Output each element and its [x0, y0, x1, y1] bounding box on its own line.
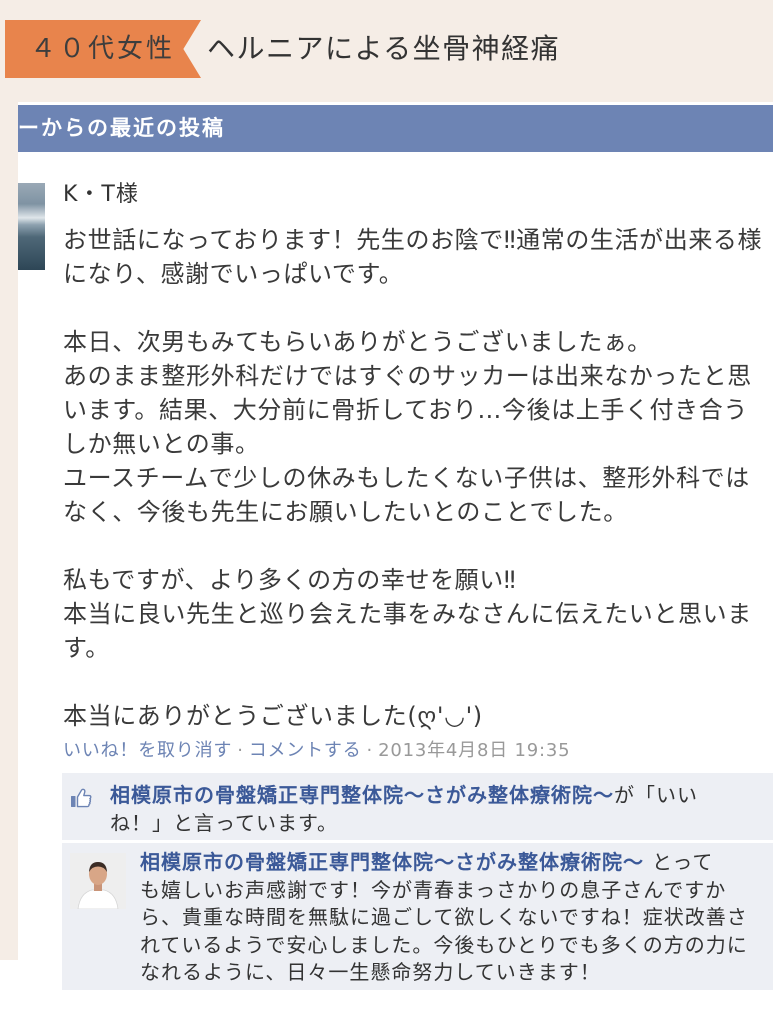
- likes-line: 相模原市の骨盤矯正専門整体院～さがみ整体療術院～が「いい: [110, 781, 765, 809]
- post-line: しか無いとの事。: [63, 430, 260, 458]
- post-paragraph: 本日、次男もみてもらいありがとうございましたぁ。 あのまま整形外科だけではすぐの…: [63, 325, 773, 529]
- page-side-strip: [0, 0, 18, 960]
- post-line: 本当に良い先生と巡り会えた事をみなさんに伝えたいと思いま: [63, 600, 752, 628]
- post-author-name: K・T様: [63, 182, 139, 207]
- comment-text-start: とって: [652, 850, 714, 874]
- post-line: す。: [63, 634, 110, 662]
- post-timestamp[interactable]: 2013年4月8日 19:35: [378, 740, 570, 761]
- thumbs-up-icon: [70, 788, 92, 808]
- post-body: お世話になっております！先生のお陰で‼通常の生活が出来る様 になり、感謝でいっぱ…: [63, 223, 773, 733]
- comment-link[interactable]: コメントする: [249, 740, 362, 761]
- comment-line: ら、貴重な時間を無駄に過ごして欲しくないですね！症状改善さ: [140, 905, 748, 929]
- likes-text: 相模原市の骨盤矯正専門整体院～さがみ整体療術院～が「いい ね！」と言っています。: [110, 781, 765, 837]
- post-line: あのまま整形外科だけではすぐのサッカーは出来なかったと思: [63, 362, 752, 390]
- comment-text: 相模原市の骨盤矯正専門整体院～さがみ整体療術院～ とって も嬉しいお声感謝です！今…: [140, 849, 768, 987]
- action-separator: ·: [237, 740, 244, 761]
- comment-line: なれるように、日々一生懸命努力していきます！: [140, 960, 601, 984]
- post-paragraph: 本当にありがとうございました(ღ'◡'): [63, 699, 773, 733]
- post-paragraph: お世話になっております！先生のお陰で‼通常の生活が出来る様 になり、感謝でいっぱ…: [63, 223, 773, 291]
- unlike-link[interactable]: いいね！を取り消す: [63, 740, 232, 761]
- likes-text-suffix: が「いい: [614, 783, 698, 807]
- recent-posts-header: ーからの最近の投稿: [18, 105, 773, 152]
- post-line: なく、今後も先生にお願いしたいとのことでした。: [63, 498, 628, 526]
- comment-line: 相模原市の骨盤矯正専門整体院～さがみ整体療術院～ とって: [140, 849, 768, 877]
- comment-line: れているようで安心しました。今後もひとりでも多くの方の力に: [140, 932, 748, 957]
- likes-page-name-link[interactable]: 相模原市の骨盤矯正専門整体院～さがみ整体療術院～: [110, 783, 614, 807]
- post-actions: いいね！を取り消す · コメントする · 2013年4月8日 19:35: [63, 737, 570, 765]
- category-tag: ４０代女性: [5, 20, 201, 78]
- post-line: 本当にありがとうございました(ღ'◡'): [63, 702, 483, 730]
- recent-posts-header-label: ーからの最近の投稿: [18, 116, 225, 140]
- comment: 相模原市の骨盤矯正専門整体院～さがみ整体療術院～ とって も嬉しいお声感謝です！今…: [62, 843, 773, 990]
- commenter-name-link[interactable]: 相模原市の骨盤矯正専門整体院～さがみ整体療術院～: [140, 850, 644, 874]
- likes-bar: 相模原市の骨盤矯正専門整体院～さがみ整体療術院～が「いい ね！」と言っています。: [62, 773, 773, 840]
- post-line: になり、感謝でいっぱいです。: [63, 260, 404, 288]
- author-avatar[interactable]: [18, 183, 45, 270]
- comment-line: も嬉しいお声感謝です！今が青春まっさかりの息子さんですか: [140, 877, 727, 902]
- action-separator: ·: [366, 740, 374, 761]
- post-line: 私もですが、より多くの方の幸せを願い‼: [63, 566, 517, 594]
- likes-line: ね！」と言っています。: [110, 811, 338, 835]
- post-line: ユースチームで少しの休みもしたくない子供は、整形外科では: [63, 464, 750, 492]
- category-tag-label: ４０代女性: [30, 34, 176, 64]
- post-line: お世話になっております！先生のお陰で‼通常の生活が出来る様: [63, 226, 763, 254]
- post-line: います。結果、大分前に骨折しており…今後は上手く付き合う: [63, 396, 748, 424]
- page-title: ヘルニアによる坐骨神経痛: [207, 32, 561, 65]
- post-paragraph: 私もですが、より多くの方の幸せを願い‼ 本当に良い先生と巡り会えた事をみなさんに…: [63, 563, 773, 665]
- post-line: 本日、次男もみてもらいありがとうございましたぁ。: [63, 328, 652, 356]
- commenter-avatar[interactable]: [70, 853, 126, 910]
